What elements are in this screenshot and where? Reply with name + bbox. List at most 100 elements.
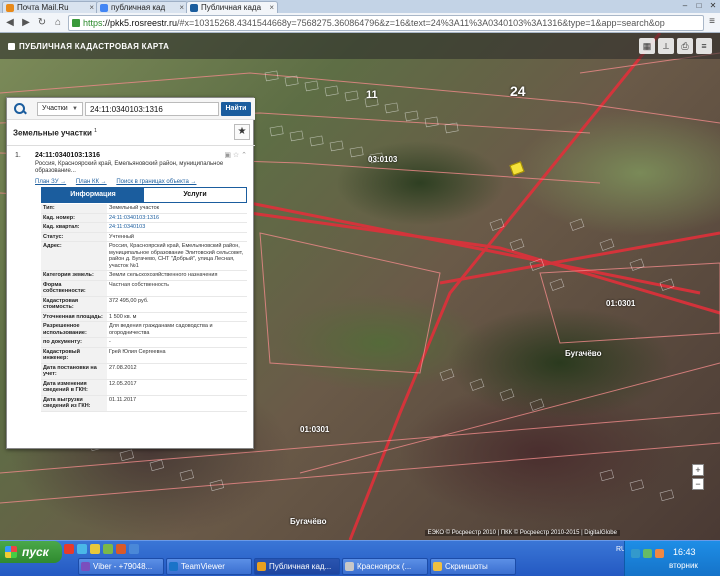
search-type-dropdown[interactable]: Участки ▼ bbox=[37, 102, 83, 116]
url-host: ://pkk5.rosreestr.ru bbox=[102, 18, 178, 28]
url-field[interactable]: https://pkk5.rosreestr.ru/#x=10315268.43… bbox=[68, 15, 704, 31]
info-key: Кадастровый инженер: bbox=[41, 347, 107, 364]
info-value: Учтенный bbox=[107, 232, 247, 242]
weekday: вторник bbox=[669, 561, 698, 570]
antivirus-icon[interactable] bbox=[655, 549, 664, 558]
taskbar-item-screenshots[interactable]: Скриншоты bbox=[430, 558, 516, 575]
info-value: Частная собственность bbox=[107, 280, 247, 297]
result-cadnum[interactable]: 24:11:0340103:1316 bbox=[35, 152, 100, 159]
back-icon[interactable]: ◀ bbox=[3, 16, 17, 30]
forward-icon[interactable]: ▶ bbox=[19, 16, 33, 30]
find-button[interactable]: Найти bbox=[221, 102, 251, 116]
chrome-icon[interactable] bbox=[90, 544, 100, 554]
info-key: Кад. номер: bbox=[41, 213, 107, 223]
results-title: Земельные участки 1 bbox=[13, 128, 97, 138]
browser-tab-mail[interactable]: Почта Mail.Ru × bbox=[2, 1, 98, 13]
star-icon[interactable]: ☆ bbox=[233, 152, 239, 159]
info-value[interactable]: 24:11:0340103:1316 bbox=[107, 213, 247, 223]
info-key: Разрешенное использование: bbox=[41, 321, 107, 338]
results-header: Земельные участки 1 ★ bbox=[7, 120, 255, 146]
maximize-icon[interactable]: □ bbox=[692, 0, 706, 11]
minimize-icon[interactable]: – bbox=[678, 0, 692, 11]
zoom-out-button[interactable]: − bbox=[692, 478, 704, 490]
window-controls: – □ ✕ bbox=[678, 0, 720, 13]
info-value: Россия, Красноярский край, Емельяновский… bbox=[107, 241, 247, 271]
info-icon[interactable]: ▣ bbox=[224, 152, 231, 159]
system-tray: 16:43 вторник bbox=[624, 541, 720, 576]
tab-services[interactable]: Услуги bbox=[144, 188, 246, 202]
info-row: Кадастровая стоимость: 372 495,00 руб. bbox=[41, 296, 247, 313]
zoom-in-button[interactable]: + bbox=[692, 464, 704, 476]
map-quarter-label: 01:0301 bbox=[606, 299, 636, 308]
info-key: Статус: bbox=[41, 232, 107, 242]
info-value[interactable]: 24:11:0340103 bbox=[107, 222, 247, 233]
browser-tab-google[interactable]: публичная кад × bbox=[96, 1, 188, 13]
ie-icon[interactable] bbox=[129, 544, 139, 554]
tab-info[interactable]: Информация bbox=[42, 188, 144, 202]
info-value: - bbox=[107, 337, 247, 348]
info-tabs: Информация Услуги bbox=[41, 187, 247, 203]
start-button[interactable]: пуск bbox=[0, 541, 62, 563]
plan-kk-link[interactable]: План КК → bbox=[76, 179, 107, 185]
mail-icon bbox=[6, 4, 14, 12]
home-icon[interactable]: ⌂ bbox=[51, 16, 65, 30]
reload-icon[interactable]: ↻ bbox=[35, 16, 49, 30]
taskbar-item-viber[interactable]: Viber - +79048... bbox=[78, 558, 164, 575]
info-value: 01.11.2017 bbox=[107, 395, 247, 412]
firefox-icon[interactable] bbox=[116, 544, 126, 554]
map-view[interactable]: ПУБЛИЧНАЯ КАДАСТРОВАЯ КАРТА ▦ ⟂ ⎙ ≡ 24 1… bbox=[0, 33, 720, 540]
browser-tab-pkk[interactable]: Публичная када × bbox=[186, 1, 278, 13]
search-panel: Участки ▼ Найти Земельные участки 1 ★ 1.… bbox=[6, 97, 255, 449]
chevron-up-icon[interactable]: ⌃ bbox=[241, 152, 247, 159]
window-close-icon[interactable]: ✕ bbox=[706, 0, 720, 11]
search-within-link[interactable]: Поиск в границах объекта → bbox=[116, 179, 196, 185]
network-icon[interactable] bbox=[631, 549, 640, 558]
close-icon[interactable]: × bbox=[179, 2, 184, 13]
result-number: 1. bbox=[15, 152, 21, 159]
print-icon[interactable]: ⎙ bbox=[677, 38, 693, 54]
taskbar: пуск Viber - +79048... TeamViewer Публич… bbox=[0, 540, 720, 576]
lock-icon bbox=[72, 19, 80, 27]
plan-zu-link[interactable]: План ЗУ → bbox=[35, 179, 66, 185]
close-icon[interactable]: × bbox=[89, 2, 94, 13]
map-copyright: ЕЭКО © Росреестр 2010 | ПКК © Росреестр … bbox=[424, 530, 620, 536]
app-icon[interactable] bbox=[103, 544, 113, 554]
address-bar: ◀ ▶ ↻ ⌂ https://pkk5.rosreestr.ru/#x=103… bbox=[0, 13, 720, 33]
tab-label: Почта Mail.Ru bbox=[17, 3, 69, 12]
info-row: Уточненная площадь: 1 500 кв. м bbox=[41, 312, 247, 322]
volume-icon[interactable] bbox=[643, 549, 652, 558]
info-row: Статус: Учтенный bbox=[41, 232, 247, 242]
info-value: Земли сельскохозяйственного назначения bbox=[107, 270, 247, 281]
map-region-label: 11 bbox=[366, 89, 378, 101]
skype-icon[interactable] bbox=[77, 544, 87, 554]
results-count: 1 bbox=[94, 128, 97, 134]
opera-icon[interactable] bbox=[64, 544, 74, 554]
result-actions: ▣ ☆ ⌃ bbox=[224, 151, 247, 159]
info-row: по документу: - bbox=[41, 337, 247, 348]
search-icon[interactable] bbox=[13, 102, 27, 116]
search-input[interactable] bbox=[85, 102, 219, 116]
info-key: Дата изменения сведений в ГКН: bbox=[41, 379, 107, 396]
windows-logo-icon bbox=[5, 546, 17, 558]
clock[interactable]: 16:43 bbox=[673, 547, 696, 557]
map-settlement-label: Бугачёво bbox=[565, 349, 602, 358]
info-value: Земельный участок bbox=[107, 204, 247, 214]
info-key: Дата выгрузки сведений из ГКН: bbox=[41, 395, 107, 412]
close-icon[interactable]: × bbox=[269, 2, 274, 13]
tab-label: публичная кад bbox=[111, 3, 166, 12]
map-toolbar: ▦ ⟂ ⎙ ≡ bbox=[639, 38, 712, 54]
info-key: Адрес: bbox=[41, 241, 107, 271]
taskbar-item-browser[interactable]: Публичная кад... bbox=[254, 558, 340, 575]
map-quarter-label: 01:0301 bbox=[300, 425, 330, 434]
taskbar-item-teamviewer[interactable]: TeamViewer bbox=[166, 558, 252, 575]
ruler-icon[interactable]: ⟂ bbox=[658, 38, 674, 54]
menu-icon[interactable]: ≡ bbox=[706, 16, 718, 28]
map-quarter-label: 03:0103 bbox=[368, 155, 398, 164]
layers-icon[interactable]: ▦ bbox=[639, 38, 655, 54]
google-icon bbox=[100, 4, 108, 12]
info-key: Категория земель: bbox=[41, 270, 107, 281]
star-icon[interactable]: ★ bbox=[234, 124, 250, 140]
menu-icon[interactable]: ≡ bbox=[696, 38, 712, 54]
taskbar-item-folder[interactable]: Красноярск (... bbox=[342, 558, 428, 575]
info-value: 27.08.2012 bbox=[107, 363, 247, 380]
